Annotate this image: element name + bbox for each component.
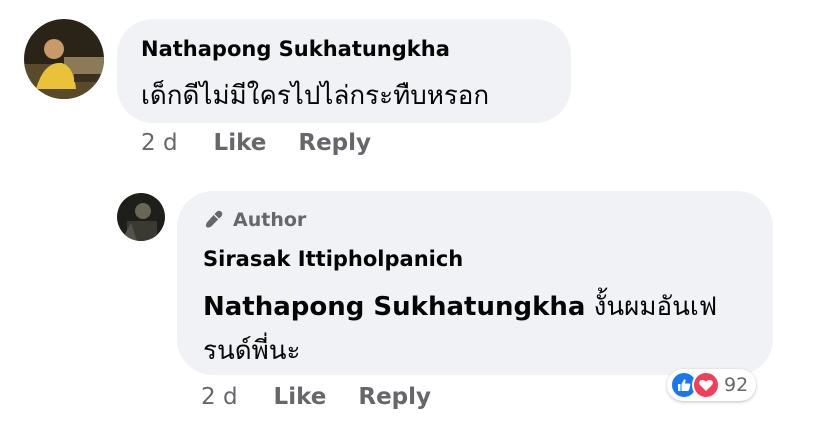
reply-reply-button[interactable]: Reply <box>358 384 431 410</box>
comment-timestamp[interactable]: 2 d <box>141 130 178 156</box>
reply-text-line2: รนด์พี่นะ <box>203 336 301 366</box>
avatar-sirasak[interactable] <box>117 193 165 241</box>
profile-photo-icon <box>117 193 165 241</box>
reply-text: Nathapong Sukhatungkha งั้นผมอันเฟ รนด์พ… <box>203 285 763 373</box>
mention-link[interactable]: Nathapong Sukhatungkha <box>203 292 585 322</box>
reply-bubble: Author Sirasak Ittipholpanich Nathapong … <box>177 191 773 375</box>
comment-actions: 2 d Like Reply <box>141 130 403 156</box>
author-badge: Author <box>203 209 306 231</box>
comment-author-name[interactable]: Nathapong Sukhatungkha <box>141 37 450 61</box>
reply-like-button[interactable]: Like <box>274 384 327 410</box>
thumbs-up-icon <box>678 379 691 391</box>
heart-icon <box>699 379 713 391</box>
reply-button[interactable]: Reply <box>298 130 371 156</box>
reply-text-line1: งั้นผมอันเฟ <box>585 292 718 322</box>
reply-actions: 2 d Like Reply <box>201 384 463 410</box>
reply-timestamp[interactable]: 2 d <box>201 384 238 410</box>
reaction-count: 92 <box>724 374 749 396</box>
comment-text: เด็กดีไม่มีใครไปไล่กระทืบหรอก <box>141 81 490 111</box>
author-badge-label: Author <box>233 209 307 231</box>
like-button[interactable]: Like <box>214 130 267 156</box>
love-icon <box>692 371 720 399</box>
profile-photo-icon <box>24 19 104 99</box>
avatar-nathapong[interactable] <box>24 19 104 99</box>
microphone-icon <box>205 210 223 228</box>
reply-author-name[interactable]: Sirasak Ittipholpanich <box>203 247 463 271</box>
comment-bubble: Nathapong Sukhatungkha เด็กดีไม่มีใครไปไ… <box>117 19 571 123</box>
reaction-summary[interactable]: 92 <box>667 369 757 401</box>
